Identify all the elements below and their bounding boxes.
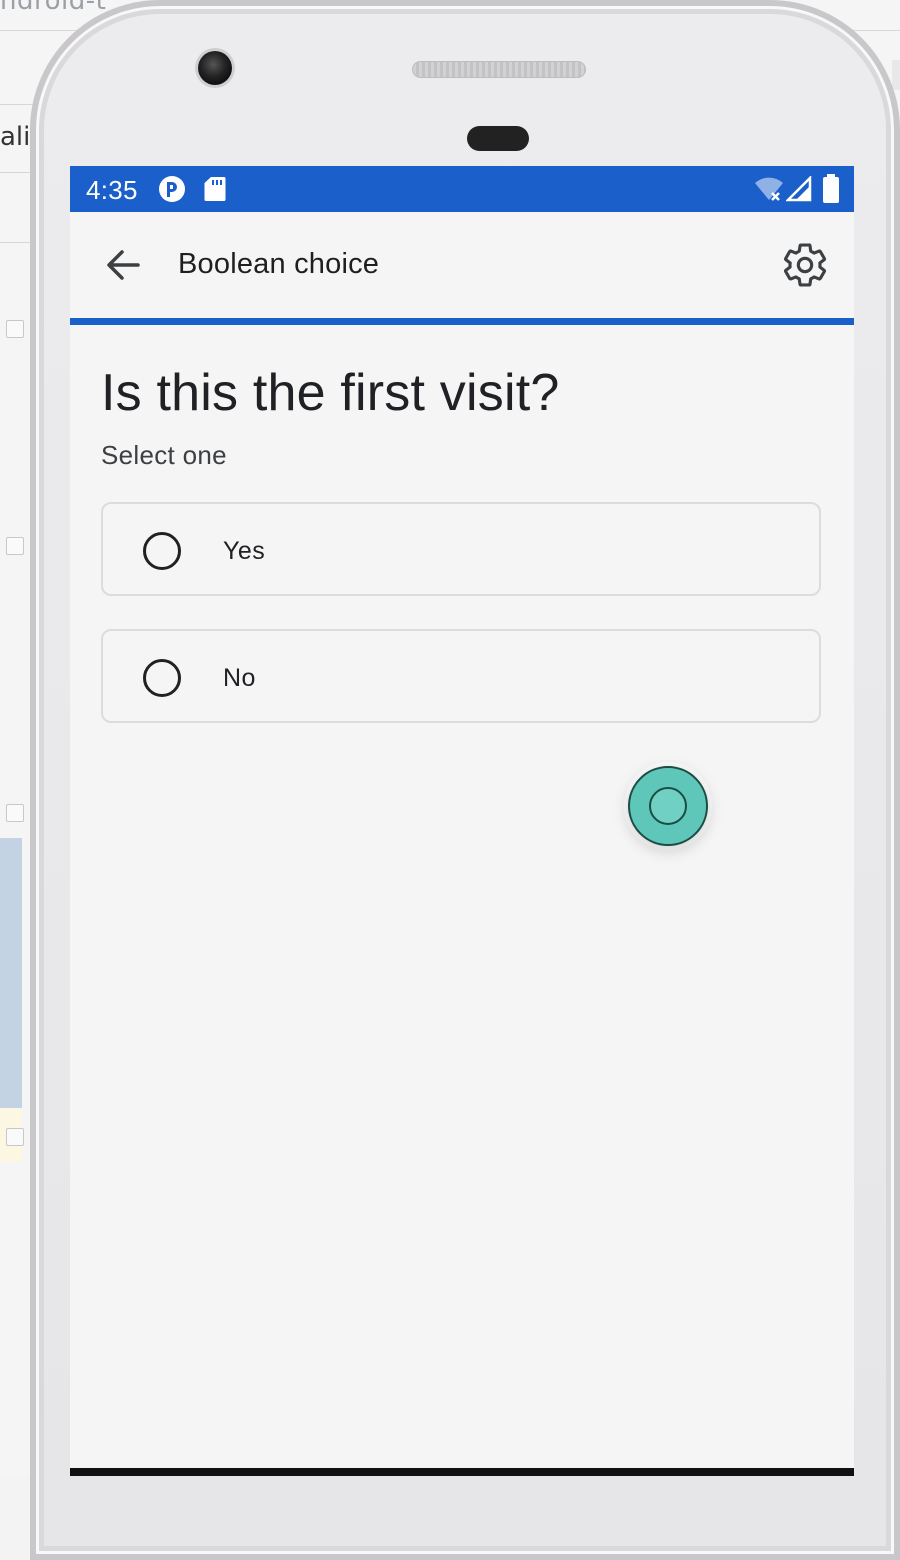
option-label: No (223, 664, 256, 692)
option-label: Yes (223, 537, 266, 565)
ide-fold-marker[interactable] (6, 537, 24, 555)
progress-indicator (70, 318, 854, 325)
back-button[interactable] (98, 240, 148, 290)
ide-selection-highlight (0, 838, 22, 1108)
page-title: Boolean choice (178, 248, 380, 280)
ide-right-toolbar (892, 60, 900, 90)
gear-icon (783, 243, 827, 287)
device-screen: 4:35 Boolean choice Is this the first vi… (70, 166, 854, 1476)
arrow-back-icon (107, 250, 140, 280)
question-hint: Select one (101, 440, 227, 470)
radio-button[interactable] (143, 532, 181, 570)
ide-left-text: ali (0, 122, 31, 152)
ide-fold-marker[interactable] (6, 320, 24, 338)
status-bar: 4:35 (70, 166, 854, 212)
settings-button[interactable] (780, 240, 830, 290)
proximity-sensor (467, 126, 529, 151)
navigation-bar (70, 1468, 854, 1476)
ide-fold-marker[interactable] (6, 1128, 24, 1146)
cell-signal-icon (786, 176, 812, 202)
ide-fold-marker[interactable] (6, 804, 24, 822)
wifi-off-icon (755, 177, 783, 201)
touch-pointer-indicator (628, 766, 708, 846)
top-app-bar: Boolean choice (70, 212, 854, 318)
battery-icon (823, 174, 839, 203)
option-no[interactable]: No (101, 629, 821, 723)
earpiece-speaker (412, 61, 586, 78)
touch-pointer-center (649, 787, 687, 825)
status-time: 4:35 (86, 175, 138, 205)
option-yes[interactable]: Yes (101, 502, 821, 596)
sd-card-icon (204, 177, 226, 201)
front-camera (198, 51, 232, 85)
app-notification-icon (159, 176, 185, 202)
question-text: Is this the first visit? (101, 364, 560, 422)
ide-tab-label: ndroid-t (0, 0, 107, 16)
radio-button[interactable] (143, 659, 181, 697)
